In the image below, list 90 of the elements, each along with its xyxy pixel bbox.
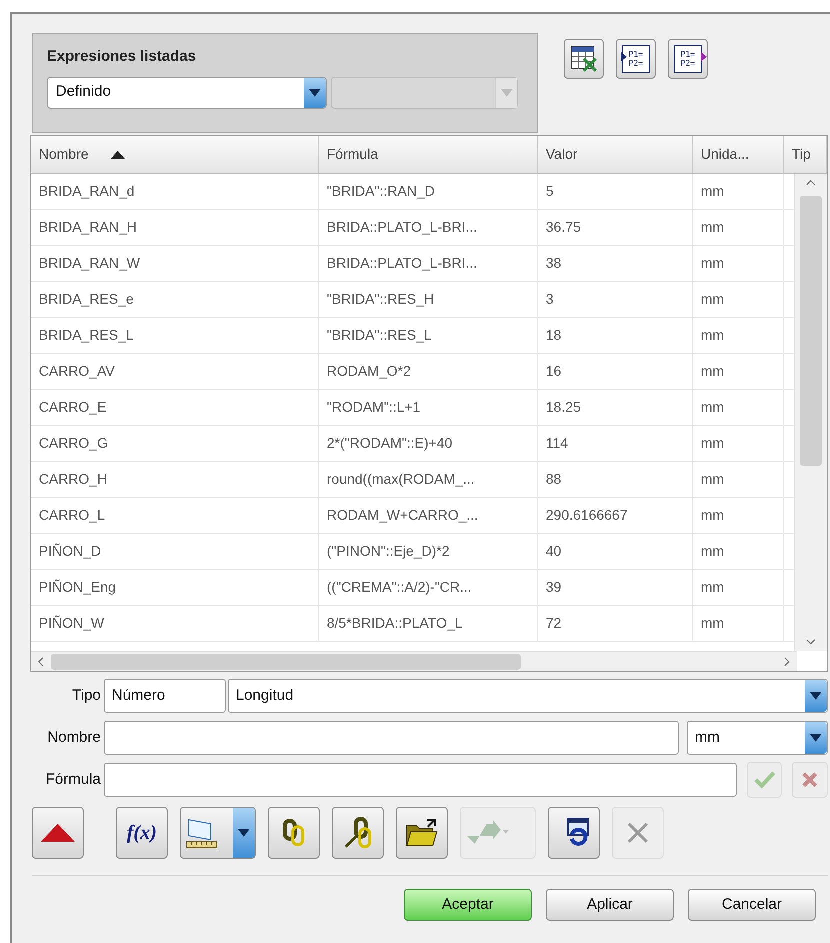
table-cell: 8/5*BRIDA::PLATO_L [319, 606, 538, 641]
type-field[interactable]: Número [104, 679, 226, 713]
table-cell: mm [693, 426, 784, 461]
table-cell: 18 [538, 318, 693, 353]
table-cell: mm [693, 570, 784, 605]
table-cell: mm [693, 210, 784, 245]
table-cell: 290.6166667 [538, 498, 693, 533]
name-field[interactable] [104, 721, 679, 755]
horizontal-scrollbar[interactable] [31, 651, 797, 671]
measure-button[interactable] [180, 807, 256, 859]
unlink-button[interactable] [332, 807, 384, 859]
table-cell: mm [693, 606, 784, 641]
spreadsheet-icon [570, 45, 598, 73]
unit-dropdown[interactable]: mm [687, 721, 828, 755]
table-cell: mm [693, 498, 784, 533]
chain-link-icon [342, 817, 374, 849]
column-header[interactable]: Fórmula [319, 136, 538, 173]
sort-ascending-icon [110, 150, 125, 158]
field-label: Tipo [71, 686, 102, 706]
export-button[interactable]: P1= P2= [668, 39, 708, 79]
table-cell: BRIDA_RES_L [31, 318, 319, 353]
table-cell: 72 [538, 606, 693, 641]
table-cell: 36.75 [538, 210, 693, 245]
panel-title: Expresiones listadas [47, 47, 198, 67]
formula-field[interactable] [104, 763, 737, 797]
field-label: Fórmula [44, 770, 102, 790]
table-cell: CARRO_H [31, 462, 319, 497]
table-cell: mm [693, 282, 784, 317]
dialog-button[interactable]: Cancelar [688, 889, 816, 921]
dialog-button[interactable]: Aceptar [404, 889, 532, 921]
table-cell: 40 [538, 534, 693, 569]
table-cell: mm [693, 390, 784, 425]
column-header[interactable]: Tip [784, 136, 827, 173]
table-cell: mm [693, 462, 784, 497]
table-cell: 88 [538, 462, 693, 497]
table-cell: BRIDA::PLATO_L-BRI... [319, 246, 538, 281]
table-cell: mm [693, 534, 784, 569]
table-cell: BRIDA_RAN_d [31, 174, 319, 209]
function-button[interactable]: f(x) [116, 807, 168, 859]
table-cell: 39 [538, 570, 693, 605]
close-icon [801, 771, 820, 789]
table-cell: 5 [538, 174, 693, 209]
field-label: Nombre [46, 728, 102, 748]
table-cell: BRIDA_RAN_H [31, 210, 319, 245]
table-cell: mm [693, 174, 784, 209]
table-cell: "BRIDA"::RES_L [319, 318, 538, 353]
table-cell: round((max(RODAM_... [319, 462, 538, 497]
collapse-button[interactable] [32, 807, 84, 859]
table-cell: PIÑON_Eng [31, 570, 319, 605]
table-cell: mm [693, 246, 784, 281]
table-cell: mm [693, 318, 784, 353]
table-cell: CARRO_E [31, 390, 319, 425]
table-cell: CARRO_AV [31, 354, 319, 389]
x-icon [626, 821, 650, 845]
table-cell: "BRIDA"::RAN_D [319, 174, 538, 209]
table-cell: 16 [538, 354, 693, 389]
table-cell: "BRIDA"::RES_H [319, 282, 538, 317]
column-header[interactable]: Nombre [31, 136, 319, 173]
table-cell: BRIDA::PLATO_L-BRI... [319, 210, 538, 245]
table-cell: 114 [538, 426, 693, 461]
table-cell: "RODAM"::L+1 [319, 390, 538, 425]
table-cell: 18.25 [538, 390, 693, 425]
table-cell: PIÑON_W [31, 606, 319, 641]
column-header[interactable]: Unida... [693, 136, 784, 173]
table-cell: RODAM_O*2 [319, 354, 538, 389]
table-cell: 38 [538, 246, 693, 281]
table-cell: RODAM_W+CARRO_... [319, 498, 538, 533]
table-cell: 2*("RODAM"::E)+40 [319, 426, 538, 461]
table-cell: 3 [538, 282, 693, 317]
link-button[interactable] [268, 807, 320, 859]
list-dropdown[interactable]: Definido [47, 76, 327, 108]
dialog-button[interactable]: Aplicar [546, 889, 674, 921]
open-folder-button[interactable] [396, 807, 448, 859]
spreadsheet-export-button[interactable] [564, 39, 604, 79]
import-button[interactable]: P1= P2= [616, 39, 656, 79]
table-cell: PIÑON_D [31, 534, 319, 569]
dimension-dropdown[interactable]: Longitud [228, 679, 828, 713]
table-cell: ("PINON"::Eje_D)*2 [319, 534, 538, 569]
folder-icon [405, 818, 439, 848]
table-cell: CARRO_G [31, 426, 319, 461]
table-cell: CARRO_L [31, 498, 319, 533]
table-cell: BRIDA_RAN_W [31, 246, 319, 281]
table-cell: BRIDA_RES_e [31, 282, 319, 317]
table-cell: (("CREMA"::A/2)-"CR... [319, 570, 538, 605]
vertical-scrollbar[interactable] [794, 174, 827, 651]
triangle-icon [41, 824, 75, 842]
refresh-display-button[interactable] [548, 807, 600, 859]
table-cell: mm [693, 354, 784, 389]
column-header[interactable]: Valor [538, 136, 693, 173]
checkmark-icon [754, 771, 776, 789]
